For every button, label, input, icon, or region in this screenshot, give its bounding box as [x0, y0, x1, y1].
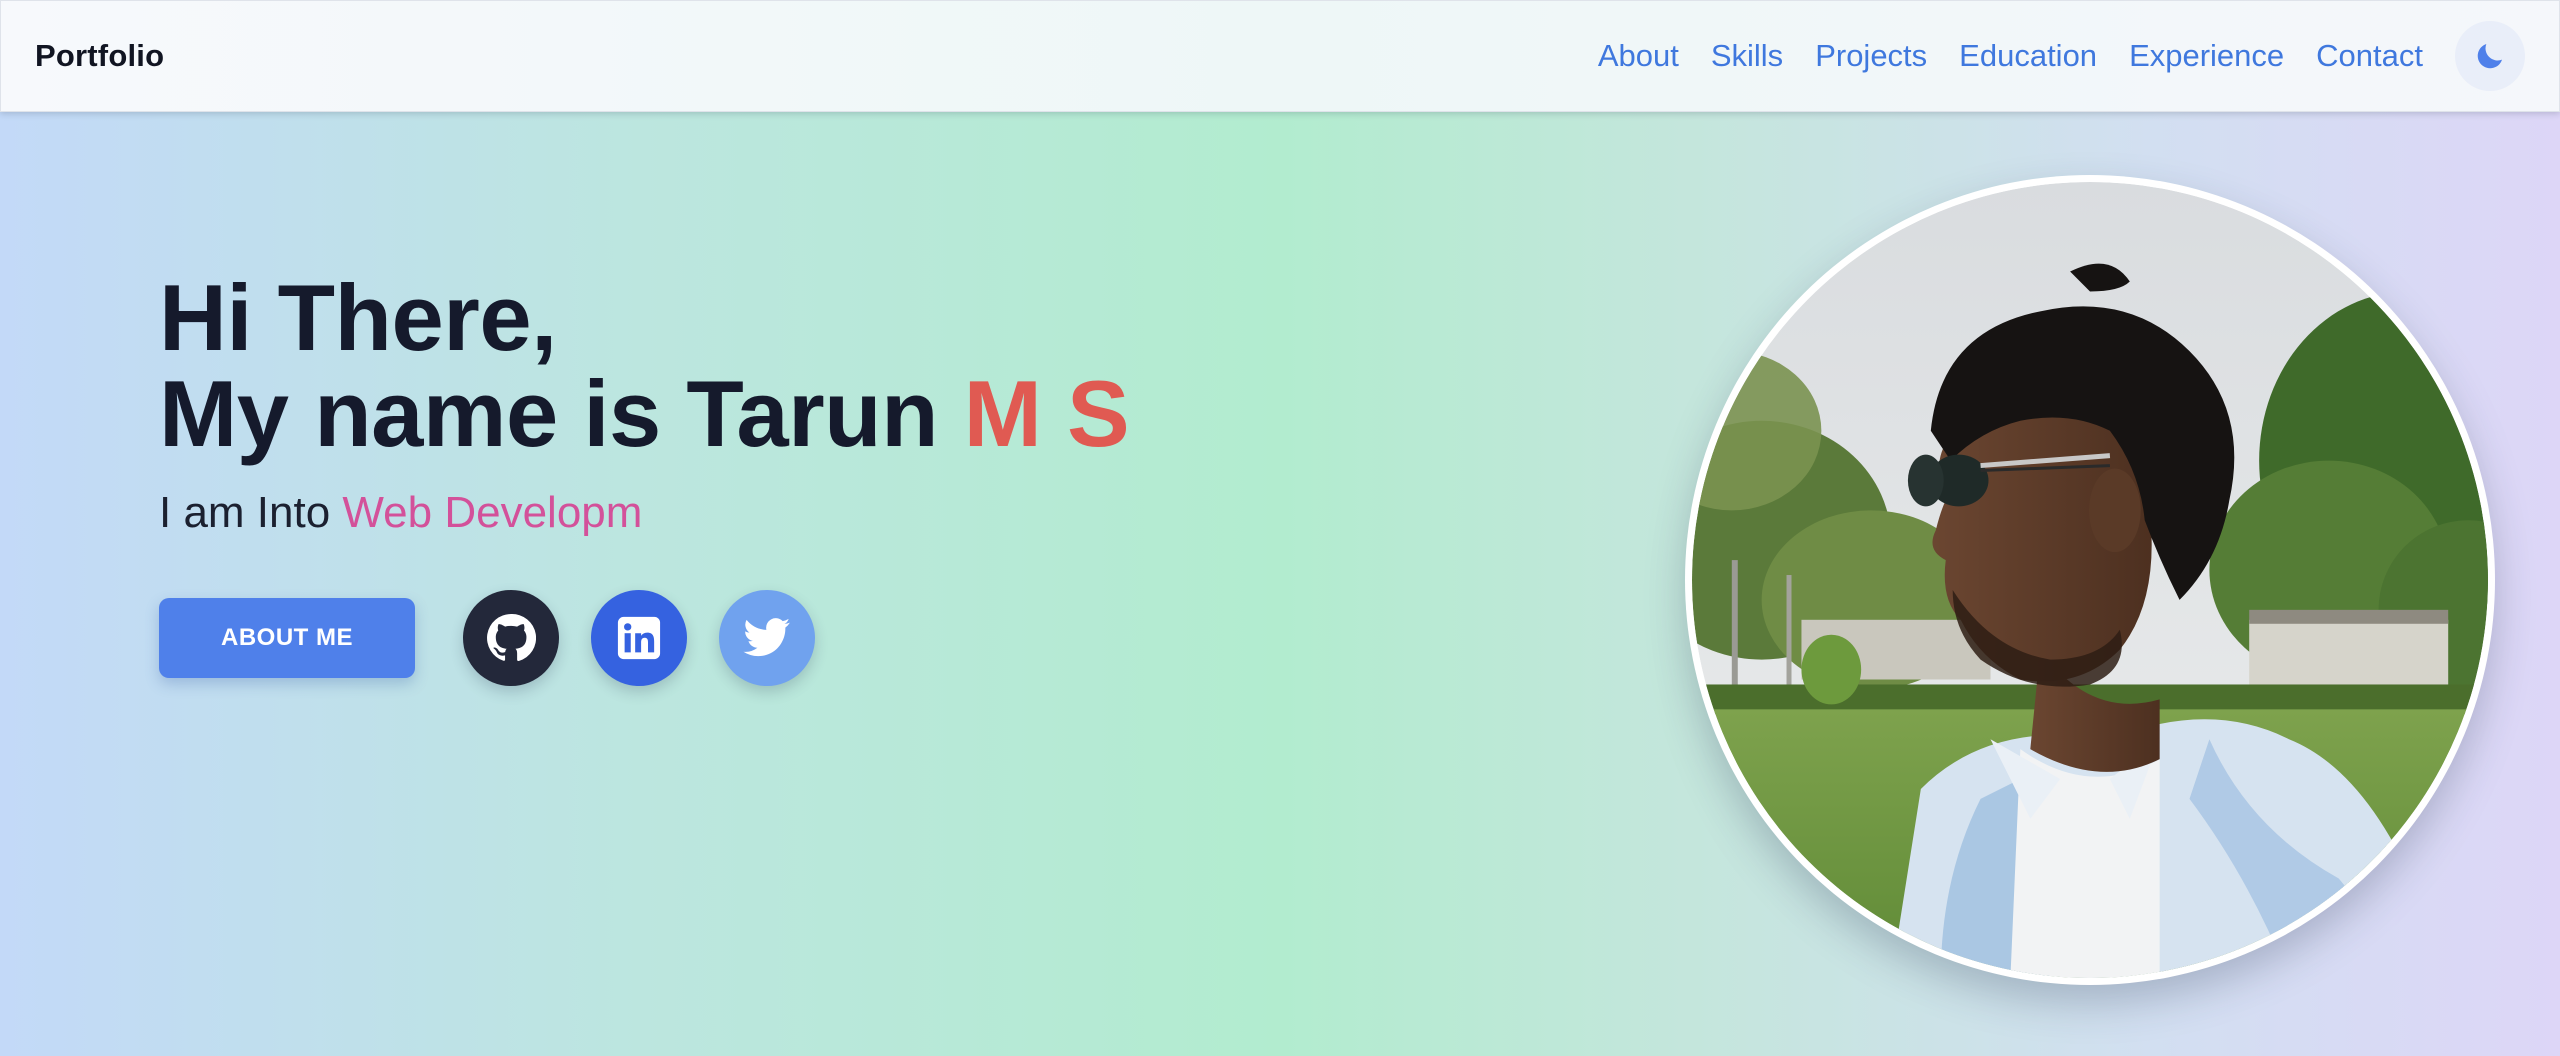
nav-link-education[interactable]: Education [1959, 38, 2097, 74]
profile-photo [1692, 182, 2488, 978]
hero-subtitle: I am Into Web Developm [159, 486, 1129, 540]
moon-icon [2477, 43, 2503, 69]
subtitle-prefix: I am Into [159, 488, 343, 537]
twitter-link[interactable] [719, 590, 815, 686]
nav-links: About Skills Projects Education Experien… [1598, 38, 2455, 74]
hero-actions: ABOUT ME [159, 590, 1129, 686]
greeting-line: Hi There, [159, 265, 557, 370]
nav-link-about[interactable]: About [1598, 38, 1679, 74]
navbar: Portfolio About Skills Projects Educatio… [0, 0, 2560, 112]
name-prefix: My name is Tarun [159, 361, 964, 466]
profile-photo-frame [1685, 175, 2495, 985]
nav-link-contact[interactable]: Contact [2316, 38, 2423, 74]
hero-heading: Hi There, My name is Tarun M S [159, 270, 1130, 462]
linkedin-icon [617, 616, 661, 660]
name-accent: M S [963, 361, 1130, 466]
nav-link-projects[interactable]: Projects [1815, 38, 1927, 74]
typed-text: Web Developm [342, 488, 643, 537]
nav-right: About Skills Projects Education Experien… [1598, 21, 2525, 91]
about-me-button[interactable]: ABOUT ME [159, 598, 415, 678]
nav-link-skills[interactable]: Skills [1711, 38, 1783, 74]
nav-link-experience[interactable]: Experience [2129, 38, 2284, 74]
twitter-icon [743, 618, 790, 657]
theme-toggle-button[interactable] [2455, 21, 2525, 91]
hero-section: Hi There, My name is Tarun M S I am Into… [159, 270, 1130, 686]
github-link[interactable] [463, 590, 559, 686]
brand-logo[interactable]: Portfolio [35, 38, 164, 74]
github-icon [487, 614, 536, 662]
linkedin-link[interactable] [591, 590, 687, 686]
